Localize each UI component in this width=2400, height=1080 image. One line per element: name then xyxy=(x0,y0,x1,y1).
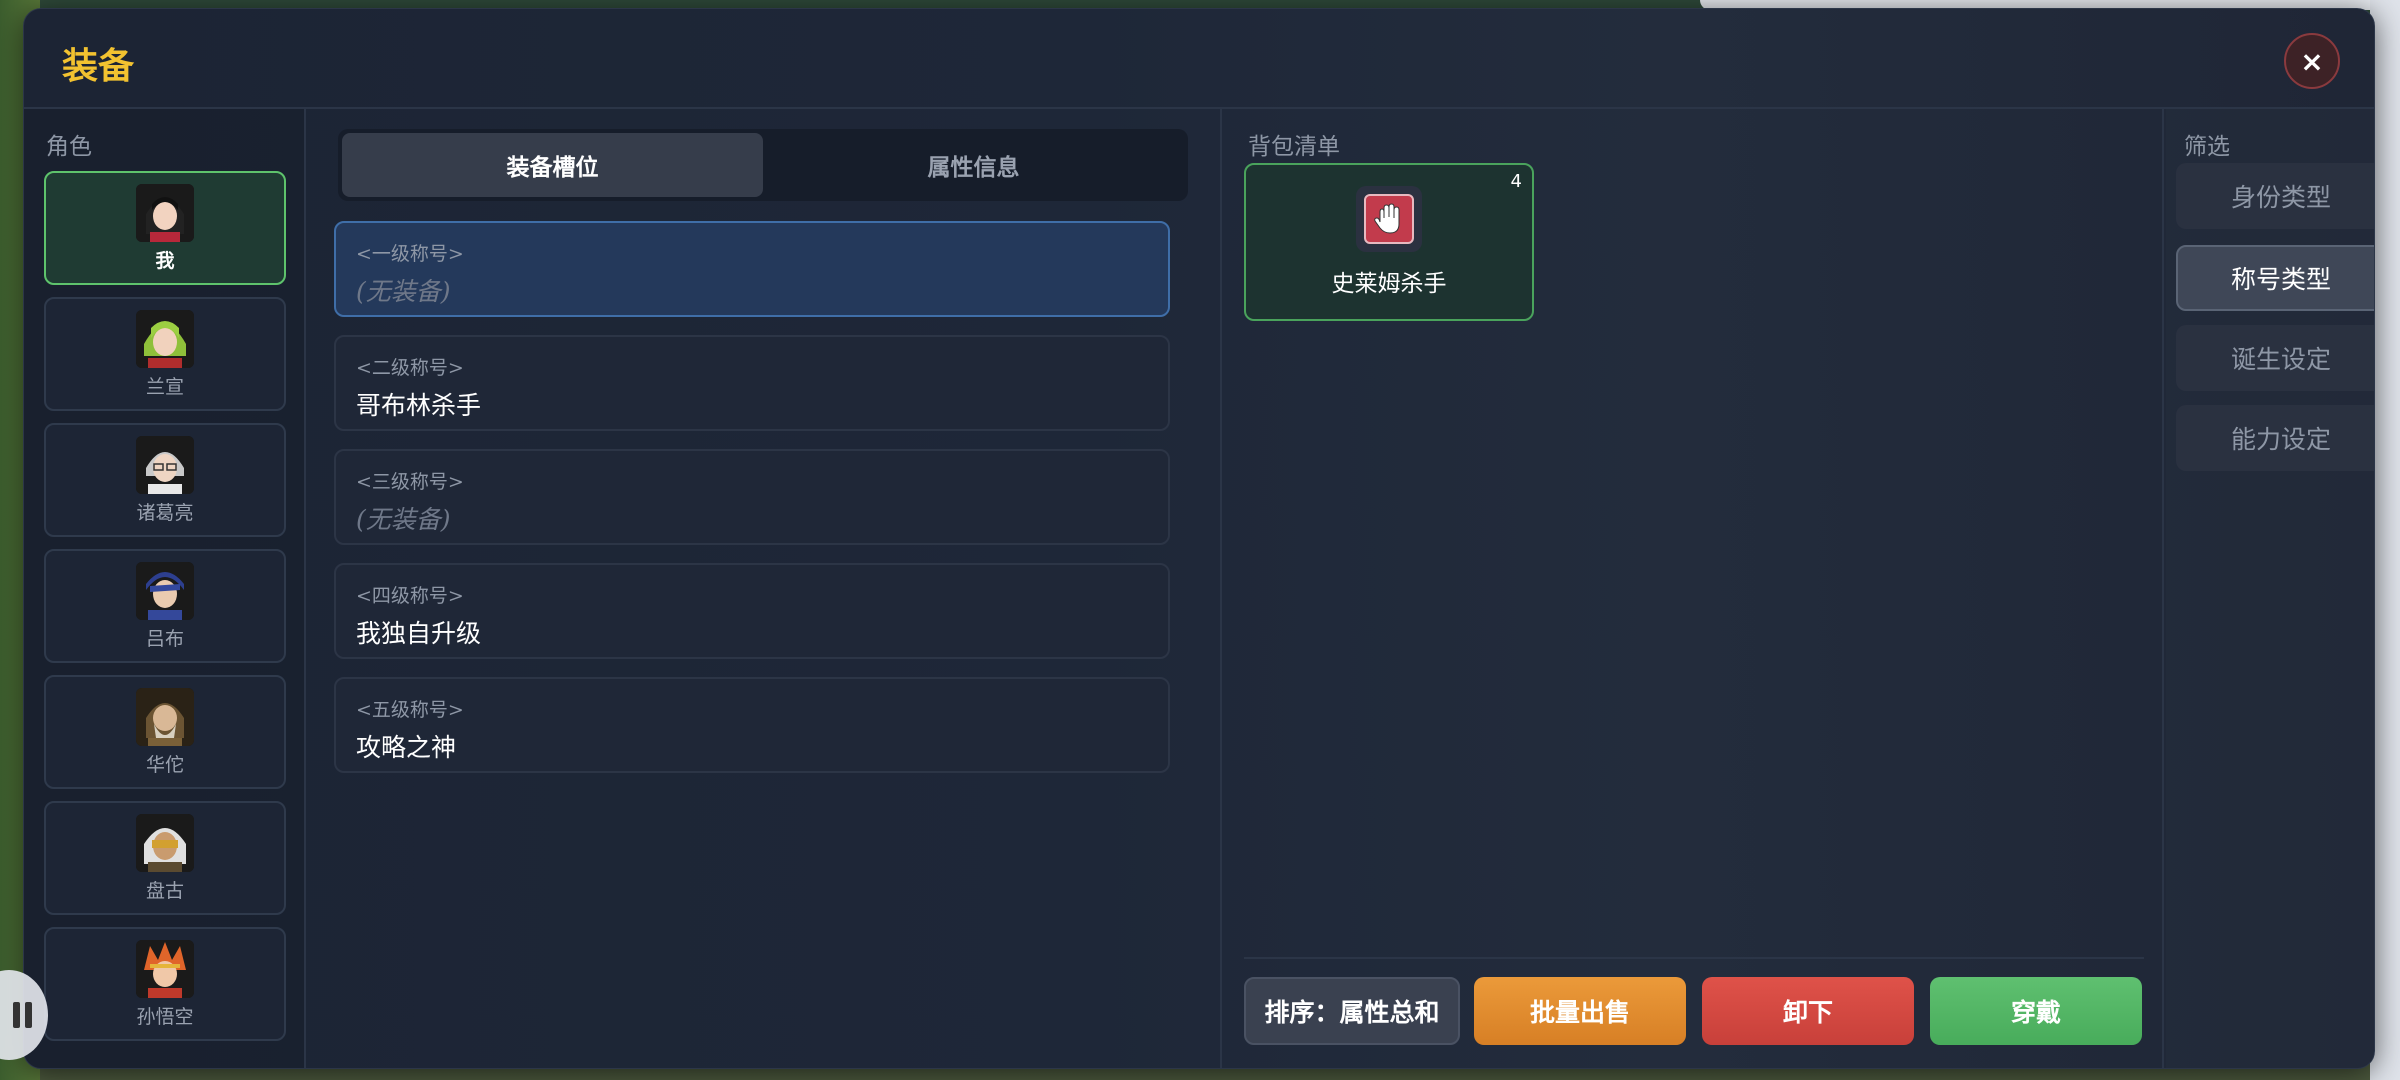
role-name: 兰宣 xyxy=(145,375,184,398)
role-name: 吕布 xyxy=(145,627,184,650)
dialog-header: 装备 × xyxy=(24,9,2374,109)
equip-button[interactable]: 穿戴 xyxy=(1930,977,2142,1045)
dialog-title: 装备 xyxy=(62,45,135,87)
role-card-lanxuan[interactable]: 兰宣 xyxy=(44,297,286,411)
filter-panel: 筛选 身份类型 称号类型 诞生设定 能力设定 xyxy=(2166,109,2374,1068)
slot-value: 攻略之神 xyxy=(356,733,457,762)
role-card-me[interactable]: 我 xyxy=(44,171,286,285)
slot-value: (无装备) xyxy=(356,277,451,306)
avatar xyxy=(136,183,194,242)
role-card-lvbu[interactable]: 吕布 xyxy=(44,549,286,663)
inventory-item[interactable]: 4 史莱姆杀手 xyxy=(1244,163,1534,321)
role-name: 孙悟空 xyxy=(136,1005,194,1028)
role-section-label: 角色 xyxy=(46,134,92,160)
slot-level-label: <五级称号> xyxy=(356,699,464,721)
role-panel: 角色 我 兰宣 诸葛亮 吕布 华佗 盘古 孙悟空 xyxy=(24,109,306,1068)
pause-icon xyxy=(13,1002,20,1028)
slot-level-label: <三级称号> xyxy=(356,471,464,493)
item-count: 4 xyxy=(1510,171,1522,192)
bulk-sell-button[interactable]: 批量出售 xyxy=(1474,977,1686,1045)
role-name: 华佗 xyxy=(145,753,184,776)
avatar xyxy=(136,813,194,872)
inventory-panel: 背包清单 4 史莱姆杀手 排序：属性总和 批量出售 卸下 穿戴 xyxy=(1224,109,2164,1068)
inventory-section-label: 背包清单 xyxy=(1248,134,1340,160)
avatar xyxy=(136,939,194,998)
avatar xyxy=(136,309,194,368)
filter-identity-type[interactable]: 身份类型 xyxy=(2176,163,2374,229)
slot-value: 我独自升级 xyxy=(356,619,482,648)
avatar xyxy=(136,561,194,620)
equipment-slot-panel: 装备槽位 属性信息 <一级称号> (无装备) <二级称号> 哥布林杀手 <三级称… xyxy=(308,109,1222,1068)
slot-level-2[interactable]: <二级称号> 哥布林杀手 xyxy=(334,335,1170,431)
role-name: 诸葛亮 xyxy=(136,501,194,524)
sort-button[interactable]: 排序：属性总和 xyxy=(1244,977,1460,1045)
role-name: 我 xyxy=(155,249,175,272)
role-card-sunwukong[interactable]: 孙悟空 xyxy=(44,927,286,1041)
slot-value: (无装备) xyxy=(356,505,451,534)
equipment-dialog: 装备 × 角色 我 兰宣 诸葛亮 吕布 华佗 盘古 孙悟空 装备槽位 属性信息 … xyxy=(23,8,2375,1069)
filter-title-type[interactable]: 称号类型 xyxy=(2176,245,2374,311)
tab-equipment-slots[interactable]: 装备槽位 xyxy=(342,133,763,197)
avatar xyxy=(136,687,194,746)
slot-level-label: <四级称号> xyxy=(356,585,464,607)
slot-level-label: <二级称号> xyxy=(356,357,464,379)
tab-attribute-info[interactable]: 属性信息 xyxy=(763,133,1184,197)
role-card-zhugeliang[interactable]: 诸葛亮 xyxy=(44,423,286,537)
glove-icon xyxy=(1364,194,1414,244)
filter-section-label: 筛选 xyxy=(2184,134,2230,160)
item-name: 史莱姆杀手 xyxy=(1331,271,1447,297)
slot-level-3[interactable]: <三级称号> (无装备) xyxy=(334,449,1170,545)
role-card-huatuo[interactable]: 华佗 xyxy=(44,675,286,789)
slot-level-4[interactable]: <四级称号> 我独自升级 xyxy=(334,563,1170,659)
filter-birth-setting[interactable]: 诞生设定 xyxy=(2176,325,2374,391)
slot-value: 哥布林杀手 xyxy=(356,391,482,420)
avatar xyxy=(136,435,194,494)
unequip-button[interactable]: 卸下 xyxy=(1702,977,1914,1045)
slot-level-label: <一级称号> xyxy=(356,243,464,265)
tab-bar: 装备槽位 属性信息 xyxy=(338,129,1188,201)
filter-ability-setting[interactable]: 能力设定 xyxy=(2176,405,2374,471)
role-card-pangu[interactable]: 盘古 xyxy=(44,801,286,915)
slot-level-1[interactable]: <一级称号> (无装备) xyxy=(334,221,1170,317)
close-button[interactable]: × xyxy=(2284,33,2340,89)
slot-level-5[interactable]: <五级称号> 攻略之神 xyxy=(334,677,1170,773)
role-name: 盘古 xyxy=(145,879,184,902)
divider xyxy=(1244,957,2144,959)
